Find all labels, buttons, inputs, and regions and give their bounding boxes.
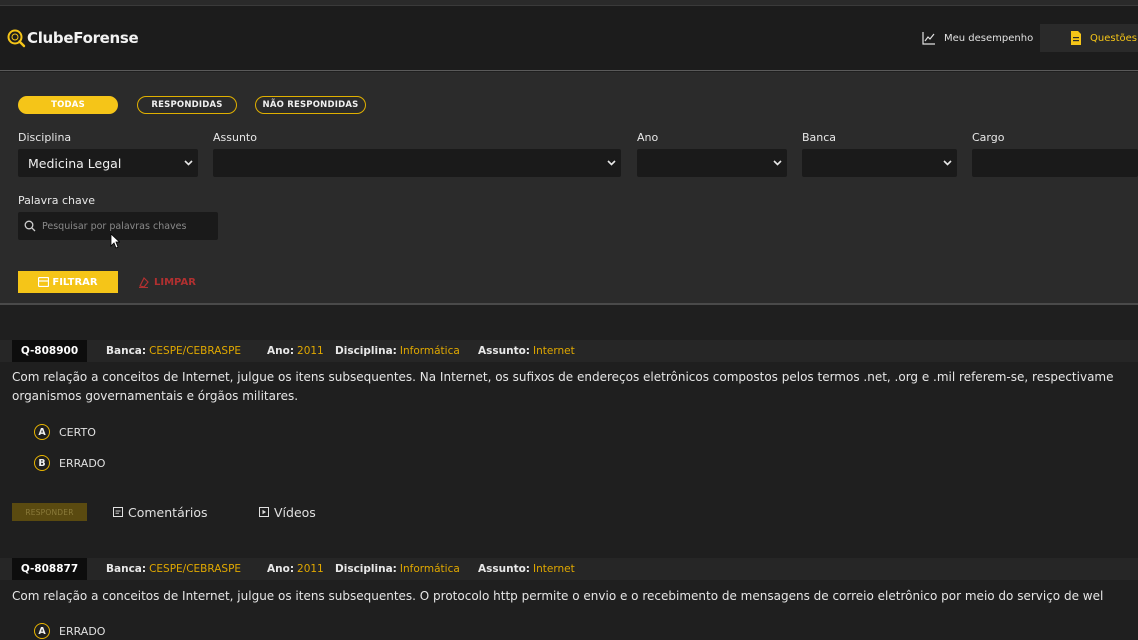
- meta-banca-label: Banca:: [106, 563, 147, 575]
- option-b-label: ERRADO: [59, 456, 106, 470]
- meta-banca-value: CESPE/CEBRASPE: [149, 563, 242, 575]
- chevron-down-icon: [607, 160, 616, 166]
- filter-button-label: FILTRAR: [52, 276, 98, 288]
- question-meta-bar: Q-808900 Banca: CESPE/CEBRASPE Ano: 2011…: [0, 340, 1138, 362]
- option-a-label: CERTO: [59, 425, 96, 439]
- app-header: ClubeForense Meu desempenho Questões: [0, 6, 1138, 71]
- select-disciplina[interactable]: Medicina Legal: [18, 149, 198, 177]
- option-a-letter: A: [34, 424, 50, 440]
- option-a-letter: A: [34, 623, 50, 639]
- meta-assunto-value: Internet: [533, 345, 575, 357]
- filters-panel: TODAS RESPONDIDAS NÃO RESPONDIDAS Discip…: [0, 72, 1138, 305]
- magnifier-logo-icon: [7, 29, 26, 48]
- meta-disciplina: Disciplina: Informática: [335, 340, 460, 362]
- question-text-line-1: Com relação a conceitos de Internet, jul…: [12, 589, 1104, 603]
- meta-assunto-label: Assunto:: [478, 563, 531, 575]
- meta-ano-label: Ano:: [267, 345, 295, 357]
- select-disciplina-value: Medicina Legal: [28, 155, 122, 171]
- option-a[interactable]: A ERRADO: [34, 622, 105, 640]
- eraser-icon: [139, 276, 149, 288]
- logo-text: ClubeForense: [27, 29, 139, 47]
- meta-assunto-value: Internet: [533, 563, 575, 575]
- meta-disciplina-value: Informática: [399, 345, 460, 357]
- label-disciplina: Disciplina: [18, 131, 72, 144]
- videos-link-label: Vídeos: [274, 504, 316, 520]
- label-cargo: Cargo: [972, 131, 1005, 144]
- select-banca[interactable]: [802, 149, 957, 177]
- select-cargo[interactable]: [972, 149, 1138, 177]
- label-palavra-chave: Palavra chave: [18, 194, 95, 207]
- comment-icon: [113, 507, 123, 517]
- video-icon: [259, 507, 269, 517]
- meta-banca-label: Banca:: [106, 345, 147, 357]
- meta-ano: Ano: 2011: [267, 558, 324, 580]
- comments-link-label: Comentários: [128, 504, 208, 520]
- question-id: Q-808877: [12, 558, 87, 580]
- filter-button[interactable]: FILTRAR: [18, 271, 118, 293]
- tab-todas[interactable]: TODAS: [18, 96, 118, 114]
- select-ano[interactable]: [637, 149, 787, 177]
- meta-disciplina-label: Disciplina:: [335, 345, 397, 357]
- respond-button[interactable]: RESPONDER: [12, 503, 87, 521]
- comments-link[interactable]: Comentários: [113, 503, 208, 521]
- meta-banca: Banca: CESPE/CEBRASPE: [106, 558, 241, 580]
- logo[interactable]: ClubeForense: [6, 26, 139, 50]
- meta-disciplina-label: Disciplina:: [335, 563, 397, 575]
- option-a[interactable]: A CERTO: [34, 423, 96, 441]
- meta-ano-value: 2011: [297, 345, 324, 357]
- option-b[interactable]: B ERRADO: [34, 454, 105, 472]
- tab-respondidas[interactable]: RESPONDIDAS: [137, 96, 237, 114]
- search-placeholder: Pesquisar por palavras chaves: [42, 220, 187, 232]
- label-assunto: Assunto: [213, 131, 257, 144]
- meta-banca: Banca: CESPE/CEBRASPE: [106, 340, 241, 362]
- nav-questoes[interactable]: Questões: [1040, 24, 1138, 52]
- mouse-cursor-icon: [110, 233, 120, 249]
- nav-questoes-label: Questões: [1090, 32, 1137, 44]
- clear-button[interactable]: LIMPAR: [138, 271, 196, 293]
- option-a-label: ERRADO: [59, 624, 106, 638]
- meta-banca-value: CESPE/CEBRASPE: [149, 345, 242, 357]
- chevron-down-icon: [184, 160, 193, 166]
- tab-nao-respondidas[interactable]: NÃO RESPONDIDAS: [255, 96, 366, 114]
- meta-ano-label: Ano:: [267, 563, 295, 575]
- question-meta-bar: Q-808877 Banca: CESPE/CEBRASPE Ano: 2011…: [0, 558, 1138, 580]
- videos-link[interactable]: Vídeos: [259, 503, 316, 521]
- chart-line-icon: [922, 32, 935, 45]
- filter-icon: [38, 277, 50, 287]
- option-b-letter: B: [34, 455, 50, 471]
- label-ano: Ano: [637, 131, 659, 144]
- label-banca: Banca: [802, 131, 837, 144]
- question-text-line-1: Com relação a conceitos de Internet, jul…: [12, 370, 1114, 384]
- clear-button-label: LIMPAR: [154, 276, 196, 288]
- meta-ano-value: 2011: [297, 563, 324, 575]
- meta-disciplina-value: Informática: [399, 563, 460, 575]
- question-text-line-2: organismos governamentais e órgãos milit…: [12, 389, 299, 403]
- select-assunto[interactable]: [213, 149, 621, 177]
- document-icon: [1071, 31, 1081, 45]
- chevron-down-icon: [773, 160, 782, 166]
- meta-assunto: Assunto: Internet: [478, 340, 575, 362]
- chevron-down-icon: [943, 160, 952, 166]
- question-id: Q-808900: [12, 340, 87, 362]
- nav-meu-desempenho-label: Meu desempenho: [944, 32, 1034, 44]
- meta-assunto: Assunto: Internet: [478, 558, 575, 580]
- search-icon: [24, 220, 36, 232]
- nav-meu-desempenho[interactable]: Meu desempenho: [922, 30, 1033, 46]
- meta-assunto-label: Assunto:: [478, 345, 531, 357]
- meta-ano: Ano: 2011: [267, 340, 324, 362]
- meta-disciplina: Disciplina: Informática: [335, 558, 460, 580]
